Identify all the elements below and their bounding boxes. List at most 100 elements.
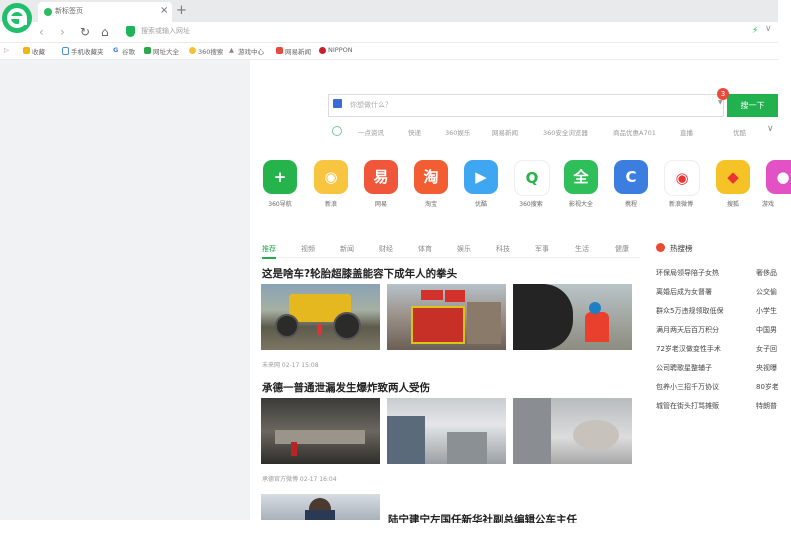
360-browser-logo-icon[interactable] (2, 3, 32, 33)
hot-link[interactable]: 网易新闻 (492, 127, 518, 137)
hot-list-item[interactable]: 72岁老汉做变性手术 (656, 344, 721, 354)
bookmark-item[interactable]: 360搜索 (198, 46, 223, 56)
hot-link[interactable]: 360安全浏览器 (543, 127, 588, 137)
address-dropdown-icon[interactable]: ∨ (765, 24, 772, 34)
news-thumbnail[interactable] (387, 398, 506, 464)
app-label: 游戏 (761, 201, 774, 208)
new-tab-button[interactable]: + (176, 3, 187, 19)
app-shortcut[interactable]: + (263, 160, 297, 194)
app-label: 搜狐 (726, 201, 739, 208)
hot-list-title: 热搜榜 (670, 244, 693, 253)
search-placeholder[interactable]: 你想做什么？ (350, 100, 392, 110)
news-tab[interactable]: 军事 (535, 244, 549, 254)
search-engine-dropdown-icon[interactable]: ▼ (718, 99, 723, 106)
hot-list-item[interactable]: 小学生 (756, 306, 778, 316)
hot-link[interactable]: 商品优惠A701 (613, 127, 656, 137)
tab-close-icon[interactable]: × (160, 5, 168, 17)
search-engine-icon[interactable] (333, 99, 342, 108)
app-icon: C (625, 168, 637, 186)
hot-list-item[interactable]: 环保局领导陪子女热 (656, 268, 719, 278)
hot-list-item[interactable]: 城管在街头打骂摊贩 (656, 401, 719, 411)
app-shortcut[interactable]: ◉ (314, 160, 348, 194)
hot-list-item[interactable]: 包养小三招千万协议 (656, 382, 719, 392)
bookmark-item[interactable]: 游戏中心 (238, 46, 264, 56)
google-icon: G (113, 46, 119, 54)
hot-list-item[interactable]: 满月两天后百万积分 (656, 325, 719, 335)
hot-link[interactable]: 直播 (680, 127, 693, 137)
reload-icon[interactable]: ↻ (80, 24, 90, 40)
hot-list-item[interactable]: 奢侈品 (756, 268, 778, 278)
hot-list-item[interactable]: 特朗普 (756, 401, 778, 411)
notification-badge: 3 (717, 88, 729, 100)
bookmark-item[interactable]: 收藏 (32, 46, 45, 56)
app-shortcut[interactable]: 易 (364, 160, 398, 194)
hot-list-item[interactable]: 女子回 (756, 344, 778, 354)
tab-favicon-icon (44, 8, 52, 16)
app-label: 淘宝 (424, 201, 437, 208)
news-headline[interactable]: 陆宁建宁左国任新华社副总编辑公车主任 (388, 512, 577, 523)
bookmark-item[interactable]: NIPPON (328, 46, 353, 54)
app-shortcut[interactable]: ◉ (664, 160, 700, 196)
tab-new-tab-page[interactable]: 新标签页 × (38, 2, 172, 22)
left-blank-area (0, 60, 250, 538)
bookmark-item[interactable]: 网址大全 (153, 46, 179, 56)
bookmarks-toggle-icon[interactable]: ▷ (4, 46, 9, 54)
app-shortcut[interactable]: 淘 (414, 160, 448, 194)
app-icon: 易 (373, 168, 389, 186)
app-shortcut[interactable]: ◆ (716, 160, 750, 194)
news-tab[interactable]: 体育 (418, 244, 432, 254)
news-tab[interactable]: 科技 (496, 244, 510, 254)
search-button[interactable]: 搜一下 (727, 94, 778, 117)
news-meta: 承德官方微博 02-17 16:04 (262, 476, 337, 483)
news-tab[interactable]: 新闻 (340, 244, 354, 254)
app-shortcut[interactable]: 全 (564, 160, 598, 194)
hot-link[interactable]: 优酷 (733, 127, 746, 137)
news-thumbnail[interactable] (261, 494, 380, 520)
app-icon: ◉ (324, 168, 338, 186)
news-thumbnail[interactable] (261, 398, 380, 464)
news-tab[interactable]: 财经 (379, 244, 393, 254)
hot-link[interactable]: 快递 (408, 127, 421, 137)
hot-list-item[interactable]: 公司聘歌星整辅子 (656, 363, 712, 373)
hot-words-icon (332, 126, 342, 136)
news-meta: 未来网 02-17 15:08 (262, 362, 319, 369)
bookmark-item[interactable]: 谷歌 (122, 46, 135, 56)
hot-list-item[interactable]: 中国男 (756, 325, 778, 335)
news-thumbnail[interactable] (387, 284, 506, 350)
news-thumbnail[interactable] (261, 284, 380, 350)
hot-list-item[interactable]: 群众5万违规领取低保 (656, 306, 723, 316)
hot-list-item[interactable]: 80岁老 (756, 382, 778, 392)
app-icon: Q (525, 169, 539, 187)
back-icon[interactable]: ‹ (39, 24, 44, 40)
app-shortcut[interactable]: C (614, 160, 648, 194)
hot-link[interactable]: 一点资讯 (358, 127, 384, 137)
bookmark-item[interactable]: 手机收藏夹 (71, 46, 104, 56)
page-bottom-blank (0, 520, 260, 538)
news-tab[interactable]: 娱乐 (457, 244, 471, 254)
bookmark-item[interactable]: 网易新闻 (285, 46, 311, 56)
hot-list-item[interactable]: 公交偷 (756, 287, 778, 297)
hot-list-item[interactable]: 央视曝 (756, 363, 778, 373)
speed-mode-icon[interactable]: ⚡ (752, 26, 758, 36)
tab-title: 新标签页 (55, 7, 83, 15)
address-bar-input[interactable]: 搜索或输入网址 (141, 26, 190, 36)
hot-links-expand-icon[interactable]: ∨ (767, 124, 774, 134)
app-shortcut[interactable]: ● (766, 160, 791, 194)
hot-list-item[interactable]: 离婚后成为女督署 (656, 287, 712, 297)
news-tab[interactable]: 生活 (575, 244, 589, 254)
hot-link[interactable]: 360娱乐 (445, 127, 470, 137)
news-thumbnail[interactable] (513, 284, 632, 350)
news-headline[interactable]: 承德一普通泄漏发生爆炸致两人受伤 (262, 380, 430, 395)
news-headline[interactable]: 这是啥车?轮胎超膝盖能容下成年人的拳头 (262, 266, 457, 281)
news-tab[interactable]: 视频 (301, 244, 315, 254)
app-shortcut[interactable]: ▶ (464, 160, 498, 194)
forward-icon[interactable]: › (60, 24, 65, 40)
app-icon: + (273, 168, 287, 186)
security-shield-icon[interactable] (126, 26, 135, 37)
home-icon[interactable]: ⌂ (101, 24, 109, 40)
news-thumbnail[interactable] (513, 398, 632, 464)
app-shortcut[interactable]: Q (514, 160, 550, 196)
news-tab[interactable]: 健康 (615, 244, 629, 254)
web-directory-icon (144, 47, 151, 54)
news-tab[interactable]: 推荐 (262, 244, 276, 259)
